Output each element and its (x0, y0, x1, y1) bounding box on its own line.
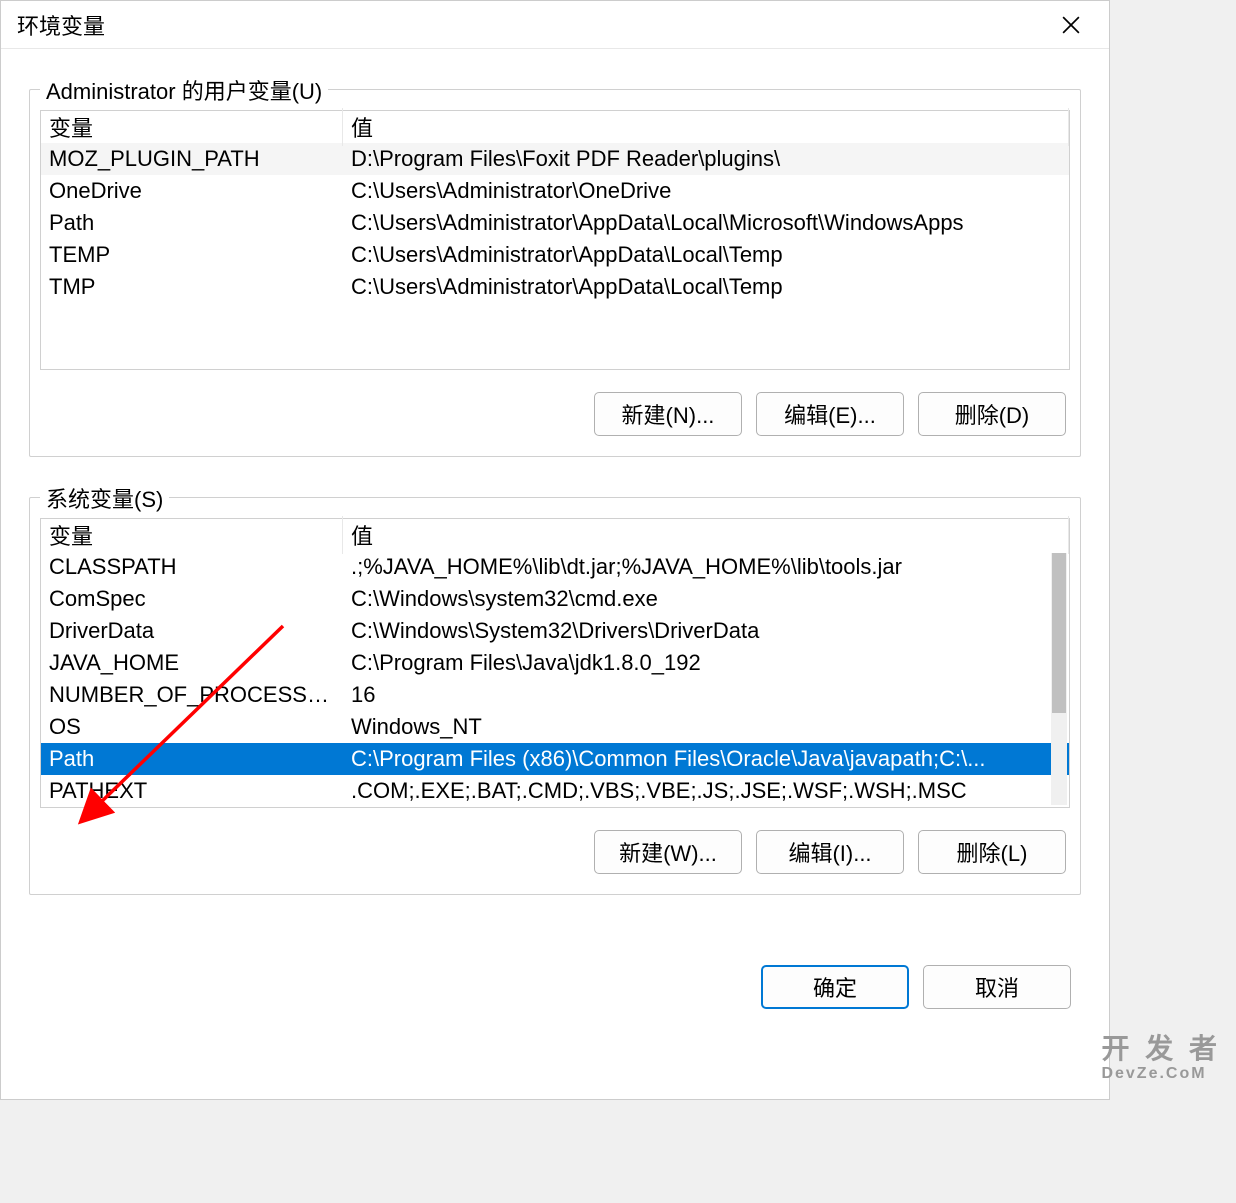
cell-name: PATHEXT (41, 777, 343, 805)
table-row[interactable]: NUMBER_OF_PROCESSORS 16 (41, 679, 1069, 711)
watermark-line1: 开 发 者 (1101, 1033, 1221, 1064)
system-list-body: CLASSPATH .;%JAVA_HOME%\lib\dt.jar;%JAVA… (41, 551, 1069, 807)
system-group-label: 系统变量(S) (40, 482, 169, 514)
cell-value: 16 (343, 681, 1069, 709)
cell-name: MOZ_PLUGIN_PATH (41, 145, 343, 173)
watermark: 开 发 者 DevZe.CoM (1101, 1027, 1221, 1083)
table-row[interactable]: JAVA_HOME C:\Program Files\Java\jdk1.8.0… (41, 647, 1069, 679)
ok-button[interactable]: 确定 (761, 965, 909, 1009)
table-row[interactable]: TEMP C:\Users\Administrator\AppData\Loca… (41, 239, 1069, 271)
system-new-button[interactable]: 新建(W)... (594, 830, 742, 874)
table-row[interactable]: OS Windows_NT (41, 711, 1069, 743)
table-row[interactable]: PATHEXT .COM;.EXE;.BAT;.CMD;.VBS;.VBE;.J… (41, 775, 1069, 807)
column-header-name[interactable]: 变量 (41, 108, 343, 146)
cell-name: CLASSPATH (41, 553, 343, 581)
cell-value: C:\Users\Administrator\AppData\Local\Mic… (343, 209, 1069, 237)
user-edit-button[interactable]: 编辑(E)... (756, 392, 904, 436)
list-header[interactable]: 变量 值 (41, 111, 1069, 143)
dialog-content: Administrator 的用户变量(U) 变量 值 MOZ_PLUGIN_P… (1, 49, 1109, 955)
system-edit-button[interactable]: 编辑(I)... (756, 830, 904, 874)
cell-name: Path (41, 745, 343, 773)
cell-name: TMP (41, 273, 343, 301)
table-row[interactable]: TMP C:\Users\Administrator\AppData\Local… (41, 271, 1069, 303)
list-header[interactable]: 变量 值 (41, 519, 1069, 551)
cell-value: C:\Users\Administrator\OneDrive (343, 177, 1069, 205)
cell-value: C:\Users\Administrator\AppData\Local\Tem… (343, 241, 1069, 269)
table-row-selected[interactable]: Path C:\Program Files (x86)\Common Files… (41, 743, 1069, 775)
cell-value: Windows_NT (343, 713, 1069, 741)
scrollbar-thumb[interactable] (1052, 553, 1066, 713)
user-button-row: 新建(N)... 编辑(E)... 删除(D) (40, 392, 1070, 436)
dialog-button-row: 确定 取消 (1, 955, 1109, 1009)
cell-name: DriverData (41, 617, 343, 645)
cell-value: C:\Program Files\Java\jdk1.8.0_192 (343, 649, 1069, 677)
system-variables-group: 系统变量(S) 变量 值 CLASSPATH .;%JAVA_HOME%\lib… (29, 497, 1081, 895)
table-row[interactable]: ComSpec C:\Windows\system32\cmd.exe (41, 583, 1069, 615)
cancel-button[interactable]: 取消 (923, 965, 1071, 1009)
column-header-value[interactable]: 值 (343, 516, 1069, 554)
cell-name: OS (41, 713, 343, 741)
system-button-row: 新建(W)... 编辑(I)... 删除(L) (40, 830, 1070, 874)
cell-value: .;%JAVA_HOME%\lib\dt.jar;%JAVA_HOME%\lib… (343, 553, 1069, 581)
user-delete-button[interactable]: 删除(D) (918, 392, 1066, 436)
user-group-label: Administrator 的用户变量(U) (40, 74, 328, 106)
user-list-body: MOZ_PLUGIN_PATH D:\Program Files\Foxit P… (41, 143, 1069, 303)
cell-name: JAVA_HOME (41, 649, 343, 677)
cell-name: NUMBER_OF_PROCESSORS (41, 681, 343, 709)
cell-value: C:\Windows\System32\Drivers\DriverData (343, 617, 1069, 645)
watermark-line2: DevZe.CoM (1101, 1065, 1221, 1083)
cell-value: .COM;.EXE;.BAT;.CMD;.VBS;.VBE;.JS;.JSE;.… (343, 777, 1069, 805)
user-variables-list[interactable]: 变量 值 MOZ_PLUGIN_PATH D:\Program Files\Fo… (40, 110, 1070, 370)
table-row[interactable]: DriverData C:\Windows\System32\Drivers\D… (41, 615, 1069, 647)
cell-value: C:\Program Files (x86)\Common Files\Orac… (343, 745, 1069, 773)
close-button[interactable] (1049, 3, 1093, 47)
scrollbar[interactable] (1051, 553, 1067, 805)
cell-name: TEMP (41, 241, 343, 269)
close-icon (1062, 16, 1080, 34)
cell-name: Path (41, 209, 343, 237)
cell-name: ComSpec (41, 585, 343, 613)
table-row[interactable]: Path C:\Users\Administrator\AppData\Loca… (41, 207, 1069, 239)
dialog-title: 环境变量 (17, 9, 1049, 41)
table-row[interactable]: CLASSPATH .;%JAVA_HOME%\lib\dt.jar;%JAVA… (41, 551, 1069, 583)
table-row[interactable]: MOZ_PLUGIN_PATH D:\Program Files\Foxit P… (41, 143, 1069, 175)
column-header-name[interactable]: 变量 (41, 516, 343, 554)
cell-name: OneDrive (41, 177, 343, 205)
cell-value: D:\Program Files\Foxit PDF Reader\plugin… (343, 145, 1069, 173)
environment-variables-dialog: 环境变量 Administrator 的用户变量(U) 变量 值 MOZ_PLU… (0, 0, 1110, 1100)
user-variables-group: Administrator 的用户变量(U) 变量 值 MOZ_PLUGIN_P… (29, 89, 1081, 457)
cell-value: C:\Users\Administrator\AppData\Local\Tem… (343, 273, 1069, 301)
system-delete-button[interactable]: 删除(L) (918, 830, 1066, 874)
titlebar: 环境变量 (1, 1, 1109, 49)
cell-value: C:\Windows\system32\cmd.exe (343, 585, 1069, 613)
table-row[interactable]: OneDrive C:\Users\Administrator\OneDrive (41, 175, 1069, 207)
column-header-value[interactable]: 值 (343, 108, 1069, 146)
user-new-button[interactable]: 新建(N)... (594, 392, 742, 436)
system-variables-list[interactable]: 变量 值 CLASSPATH .;%JAVA_HOME%\lib\dt.jar;… (40, 518, 1070, 808)
